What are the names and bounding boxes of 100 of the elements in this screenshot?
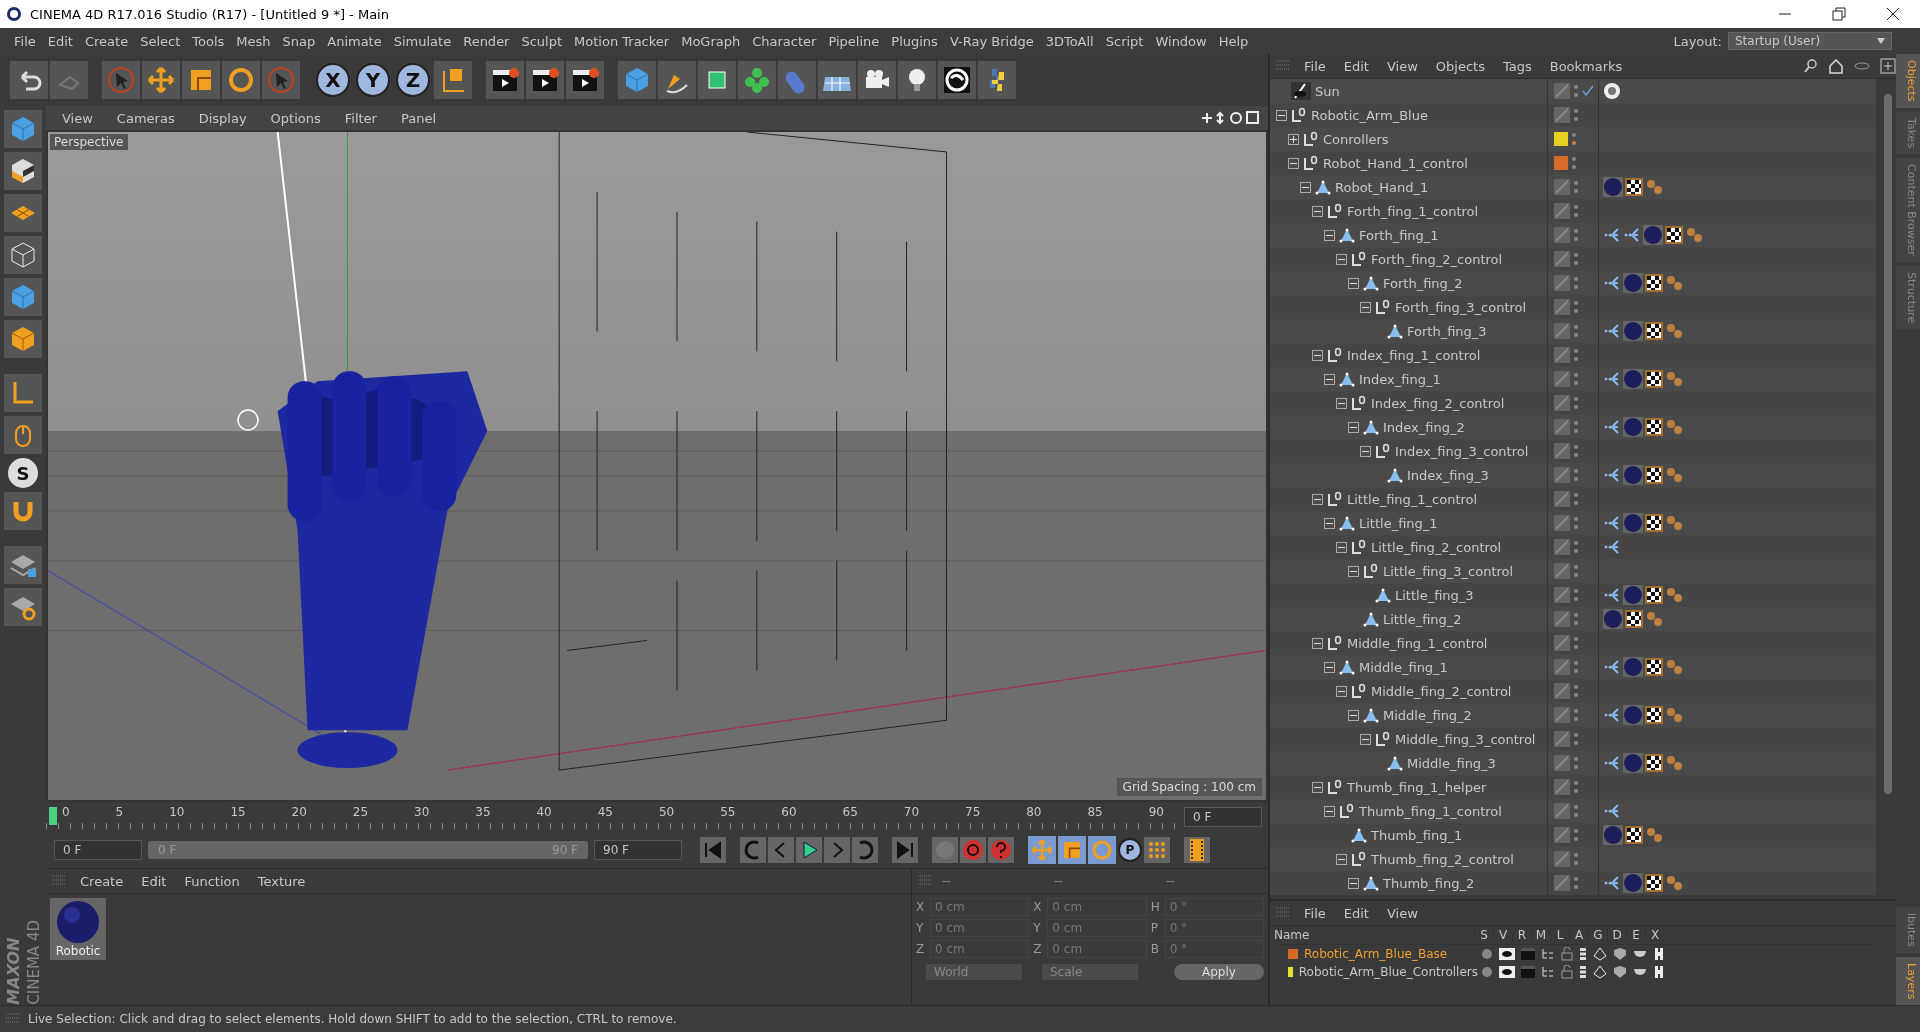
visibility-dots-icon[interactable] xyxy=(1573,467,1579,483)
collapse-icon[interactable] xyxy=(1276,109,1287,121)
object-name[interactable]: Index_fing_2 xyxy=(1383,419,1465,435)
menu-item[interactable]: Snap xyxy=(276,33,322,49)
menu-item[interactable]: Mesh xyxy=(230,33,277,49)
checker-tag-icon[interactable] xyxy=(1645,658,1663,676)
object-menu-item[interactable]: View xyxy=(1382,58,1422,74)
previous-key-icon[interactable] xyxy=(740,837,766,863)
no-layer-icon[interactable] xyxy=(1554,611,1570,627)
collapse-icon[interactable] xyxy=(1336,685,1347,697)
scrollbar[interactable] xyxy=(1884,94,1892,794)
material-menu-item[interactable]: Edit xyxy=(137,873,171,889)
no-layer-icon[interactable] xyxy=(1554,179,1570,195)
collapse-icon[interactable] xyxy=(1348,877,1359,889)
menu-item[interactable]: Character xyxy=(746,33,823,49)
visibility-dots-icon[interactable] xyxy=(1573,107,1579,123)
viewport-menu-item[interactable]: Panel xyxy=(396,110,441,126)
layer-menu-item[interactable]: File xyxy=(1300,905,1330,921)
bars-icon[interactable] xyxy=(1579,965,1587,979)
film-strip-icon[interactable] xyxy=(1184,837,1210,863)
wire-cube-icon[interactable] xyxy=(8,240,38,270)
object-name[interactable]: Index_fing_3_control xyxy=(1395,443,1529,459)
checker-tag-icon[interactable] xyxy=(1645,466,1663,484)
shield-icon[interactable] xyxy=(1613,947,1627,961)
dots-tag-icon[interactable] xyxy=(1665,418,1683,436)
visibility-dots-icon[interactable] xyxy=(1573,491,1579,507)
no-layer-icon[interactable] xyxy=(1554,707,1570,723)
material-menu-item[interactable]: Texture xyxy=(253,873,310,889)
visibility-dots-icon[interactable] xyxy=(1573,251,1579,267)
visibility-dots-icon[interactable] xyxy=(1571,131,1577,147)
column-header[interactable]: G xyxy=(1588,928,1607,942)
no-layer-icon[interactable] xyxy=(1554,419,1570,435)
close-icon[interactable] xyxy=(1886,7,1900,21)
no-layer-icon[interactable] xyxy=(1554,539,1570,555)
viewport-menu-item[interactable]: Cameras xyxy=(112,110,179,126)
visibility-dots-icon[interactable] xyxy=(1573,851,1579,867)
ik-tag-icon[interactable] xyxy=(1603,706,1621,724)
collapse-icon[interactable] xyxy=(1324,661,1335,673)
pyramid-icon[interactable] xyxy=(1593,965,1607,979)
visibility-dots-icon[interactable] xyxy=(1573,347,1579,363)
visibility-dots-icon[interactable] xyxy=(1573,203,1579,219)
no-layer-icon[interactable] xyxy=(1554,443,1570,459)
checker-tag-icon[interactable] xyxy=(1645,418,1663,436)
object-name[interactable]: Little_fing_1 xyxy=(1359,515,1438,531)
object-name[interactable]: Forth_fing_1 xyxy=(1359,227,1439,243)
home-icon[interactable] xyxy=(1828,58,1844,74)
panel-grip-icon[interactable] xyxy=(6,1012,20,1026)
menu-item[interactable]: V-Ray Bridge xyxy=(943,33,1040,49)
axis-toggle-button[interactable]: X xyxy=(316,63,350,97)
go-to-end-icon[interactable] xyxy=(892,837,918,863)
side-tab[interactable]: Layers xyxy=(1896,956,1920,1005)
no-layer-icon[interactable] xyxy=(1554,395,1570,411)
ik-tag-icon[interactable] xyxy=(1603,754,1621,772)
menu-item[interactable]: Window xyxy=(1149,33,1213,49)
next-frame-icon[interactable] xyxy=(824,837,850,863)
no-layer-icon[interactable] xyxy=(1554,251,1570,267)
no-layer-icon[interactable] xyxy=(1554,299,1570,315)
checker-tag-icon[interactable] xyxy=(1645,514,1663,532)
viewport-menu-item[interactable]: View xyxy=(58,110,97,126)
ik-tag-icon[interactable] xyxy=(1603,514,1621,532)
object-name[interactable]: Little_fing_1_control xyxy=(1347,491,1478,507)
no-layer-icon[interactable] xyxy=(1554,779,1570,795)
menu-item[interactable]: Pipeline xyxy=(822,33,886,49)
column-header[interactable]: M xyxy=(1531,928,1550,942)
menu-item[interactable]: Help xyxy=(1212,33,1255,49)
visibility-dots-icon[interactable] xyxy=(1573,587,1579,603)
no-layer-icon[interactable] xyxy=(1554,875,1570,891)
checker-tag-icon[interactable] xyxy=(1645,370,1663,388)
object-name[interactable]: Thumb_fing_1 xyxy=(1371,827,1463,843)
visibility-dots-icon[interactable] xyxy=(1573,443,1579,459)
dots-tag-icon[interactable] xyxy=(1665,466,1683,484)
ik-tag-icon[interactable] xyxy=(1603,418,1621,436)
visibility-dots-icon[interactable] xyxy=(1573,731,1579,747)
no-layer-icon[interactable] xyxy=(1554,107,1570,123)
object-name[interactable]: Index_fing_2_control xyxy=(1371,395,1505,411)
apply-button[interactable]: Apply xyxy=(1174,964,1264,980)
axis-toggle-button[interactable]: Z xyxy=(396,63,430,97)
collapse-icon[interactable] xyxy=(1348,565,1359,577)
object-name[interactable]: Little_fing_2 xyxy=(1383,611,1462,627)
visibility-dots-icon[interactable] xyxy=(1573,419,1579,435)
pyramid-icon[interactable] xyxy=(1593,947,1607,961)
no-layer-icon[interactable] xyxy=(1554,227,1570,243)
collapse-icon[interactable] xyxy=(1300,181,1311,193)
hierarchy-icon[interactable] xyxy=(1541,948,1555,960)
collapse-icon[interactable] xyxy=(1348,709,1359,721)
swirl-logo-icon[interactable] xyxy=(942,65,972,95)
column-header[interactable]: X xyxy=(1645,928,1664,942)
visibility-dots-icon[interactable] xyxy=(1573,803,1579,819)
cursor-icon[interactable] xyxy=(106,65,136,95)
collapse-icon[interactable] xyxy=(1324,373,1335,385)
collapse-icon[interactable] xyxy=(1360,733,1371,745)
dots-tag-icon[interactable] xyxy=(1665,874,1683,892)
menu-item[interactable]: Script xyxy=(1099,33,1150,49)
checker-tag-icon[interactable] xyxy=(1645,754,1663,772)
object-name[interactable]: Sun xyxy=(1315,83,1340,99)
solo-icon[interactable] xyxy=(1481,948,1493,960)
object-name[interactable]: Robot_Hand_1 xyxy=(1335,179,1429,195)
visibility-dots-icon[interactable] xyxy=(1573,779,1579,795)
checker-tag-icon[interactable] xyxy=(1645,586,1663,604)
object-name[interactable]: Middle_fing_2 xyxy=(1383,707,1472,723)
